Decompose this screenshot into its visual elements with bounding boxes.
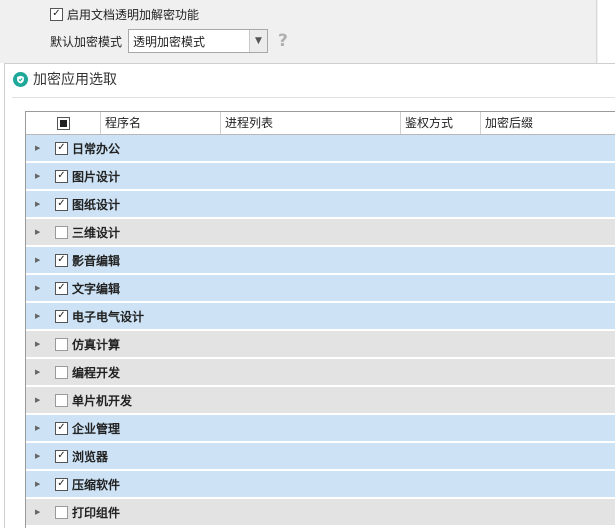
row-label: 文字编辑 xyxy=(72,281,121,296)
chevron-right-icon[interactable]: ▶ xyxy=(35,424,43,432)
row-label: 仿真计算 xyxy=(72,337,121,352)
chevron-right-icon[interactable]: ▶ xyxy=(35,480,43,488)
select-all-checkbox[interactable] xyxy=(56,116,70,130)
chevron-right-icon[interactable]: ▶ xyxy=(35,452,43,460)
row-label: 图纸设计 xyxy=(72,197,121,212)
chevron-right-icon[interactable]: ▶ xyxy=(35,256,43,264)
table-header: 程序名 进程列表 鉴权方式 加密后缀 xyxy=(26,112,615,135)
chevron-down-icon[interactable]: ▼ xyxy=(249,30,268,52)
row-checkbox[interactable]: ✓ xyxy=(55,253,68,267)
shield-icon xyxy=(13,71,28,87)
table-row[interactable]: ▶ ✓ 影音编辑 xyxy=(26,247,615,274)
row-label: 企业管理 xyxy=(72,421,121,436)
row-checkbox[interactable]: ✓ xyxy=(55,449,68,463)
panel-edge xyxy=(598,0,615,63)
row-label: 打印组件 xyxy=(72,505,121,520)
encryption-mode-row: 默认加密模式 透明加密模式 ▼ ? xyxy=(50,29,288,53)
column-header-auth-method[interactable]: 鉴权方式 xyxy=(401,112,481,134)
enable-encryption-checkbox[interactable]: ✓ xyxy=(50,7,63,21)
enable-encryption-label: 启用文档透明加解密功能 xyxy=(67,7,200,22)
row-checkbox[interactable]: ✓ xyxy=(55,281,68,295)
table-row[interactable]: ▶ 单片机开发 xyxy=(26,387,615,414)
table-row[interactable]: ▶ 三维设计 xyxy=(26,219,615,246)
row-label: 电子电气设计 xyxy=(72,309,145,324)
chevron-right-icon[interactable]: ▶ xyxy=(35,396,43,404)
chevron-right-icon[interactable]: ▶ xyxy=(35,228,43,236)
table-row[interactable]: ▶ 编程开发 xyxy=(26,359,615,386)
row-checkbox[interactable]: ✓ xyxy=(55,197,68,211)
table-row[interactable]: ▶ ✓ 压缩软件 xyxy=(26,471,615,498)
row-checkbox[interactable] xyxy=(55,365,68,379)
chevron-right-icon[interactable]: ▶ xyxy=(35,312,43,320)
table-row[interactable]: ▶ ✓ 图片设计 xyxy=(26,163,615,190)
chevron-right-icon[interactable]: ▶ xyxy=(35,340,43,348)
column-header-process-list[interactable]: 进程列表 xyxy=(221,112,401,134)
app-table: 程序名 进程列表 鉴权方式 加密后缀 ▶ ✓ 日常办公 ▶ ✓ 图片设计 ▶ ✓ 图纸设计 ▶ 三维… xyxy=(25,111,615,528)
chevron-right-icon[interactable]: ▶ xyxy=(35,144,43,152)
row-checkbox[interactable]: ✓ xyxy=(55,421,68,435)
encryption-app-dialog: 加密应用选取 程序名 进程列表 鉴权方式 加密后缀 ▶ ✓ 日常办公 ▶ ✓ 图片设计 ▶ ✓… xyxy=(4,63,615,528)
select-all-column xyxy=(26,112,101,134)
row-checkbox[interactable]: ✓ xyxy=(55,309,68,323)
row-label: 压缩软件 xyxy=(72,477,121,492)
row-label: 编程开发 xyxy=(72,365,121,380)
row-checkbox[interactable] xyxy=(55,393,68,407)
row-label: 三维设计 xyxy=(72,225,121,240)
chevron-right-icon[interactable]: ▶ xyxy=(35,368,43,376)
row-label: 单片机开发 xyxy=(72,393,133,408)
encryption-mode-select[interactable]: 透明加密模式 ▼ xyxy=(128,29,269,53)
row-label: 影音编辑 xyxy=(72,253,121,268)
row-label: 浏览器 xyxy=(72,449,109,464)
dialog-header: 加密应用选取 xyxy=(5,64,615,94)
column-header-program[interactable]: 程序名 xyxy=(101,112,221,134)
encryption-mode-value: 透明加密模式 xyxy=(133,34,206,49)
row-label: 日常办公 xyxy=(72,141,121,156)
row-checkbox[interactable] xyxy=(55,337,68,351)
table-row[interactable]: ▶ ✓ 图纸设计 xyxy=(26,191,615,218)
column-header-encrypt-suffix[interactable]: 加密后缀 xyxy=(481,112,615,134)
table-row[interactable]: ▶ ✓ 文字编辑 xyxy=(26,275,615,302)
row-checkbox[interactable] xyxy=(55,225,68,239)
table-row[interactable]: ▶ ✓ 电子电气设计 xyxy=(26,303,615,330)
row-checkbox[interactable] xyxy=(55,505,68,519)
chevron-right-icon[interactable]: ▶ xyxy=(35,200,43,208)
dialog-title: 加密应用选取 xyxy=(33,72,117,88)
divider xyxy=(12,97,615,98)
row-checkbox[interactable]: ✓ xyxy=(55,169,68,183)
table-row[interactable]: ▶ 打印组件 xyxy=(26,499,615,526)
chevron-right-icon[interactable]: ▶ xyxy=(35,284,43,292)
question-icon[interactable]: ? xyxy=(278,31,288,51)
chevron-right-icon[interactable]: ▶ xyxy=(35,172,43,180)
settings-area: ✓ 启用文档透明加解密功能 默认加密模式 透明加密模式 ▼ ? xyxy=(0,0,597,63)
table-row[interactable]: ▶ 仿真计算 xyxy=(26,331,615,358)
table-row[interactable]: ▶ ✓ 浏览器 xyxy=(26,443,615,470)
encryption-mode-label: 默认加密模式 xyxy=(50,34,123,49)
table-row[interactable]: ▶ ✓ 企业管理 xyxy=(26,415,615,442)
chevron-right-icon[interactable]: ▶ xyxy=(35,508,43,516)
row-checkbox[interactable]: ✓ xyxy=(55,141,68,155)
settings-panel: ✓ 启用文档透明加解密功能 默认加密模式 透明加密模式 ▼ ? xyxy=(0,0,615,63)
table-row[interactable]: ▶ ✓ 日常办公 xyxy=(26,135,615,162)
row-label: 图片设计 xyxy=(72,169,121,184)
enable-encryption-option[interactable]: ✓ 启用文档透明加解密功能 xyxy=(50,6,199,22)
row-checkbox[interactable]: ✓ xyxy=(55,477,68,491)
